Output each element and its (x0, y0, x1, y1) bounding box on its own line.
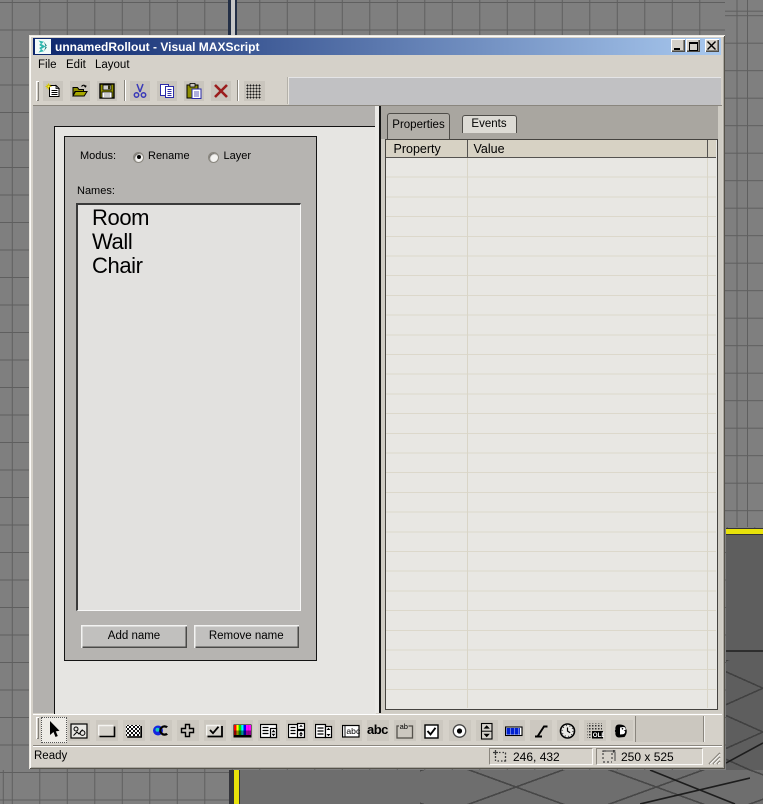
svg-text:ab: ab (400, 722, 408, 731)
svg-text:abc: abc (346, 726, 360, 736)
svg-text:OLE: OLE (593, 732, 604, 739)
